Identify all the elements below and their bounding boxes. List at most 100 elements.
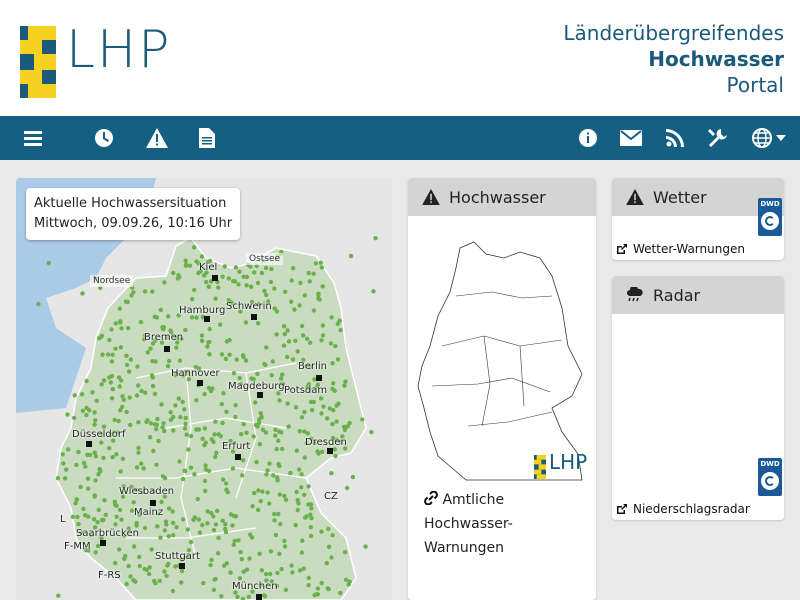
gauge-point[interactable] bbox=[277, 463, 282, 469]
gauge-point[interactable] bbox=[128, 574, 133, 579]
gauge-point[interactable] bbox=[231, 542, 236, 547]
radar-link-text[interactable]: Niederschlagsradar bbox=[633, 502, 750, 516]
gauge-point[interactable] bbox=[114, 514, 119, 519]
gauge-point[interactable] bbox=[183, 262, 189, 267]
gauge-point[interactable] bbox=[117, 547, 122, 552]
gauge-point[interactable] bbox=[286, 424, 291, 429]
gauge-point[interactable] bbox=[84, 412, 89, 418]
gauge-point[interactable] bbox=[255, 280, 261, 286]
gauge-point[interactable] bbox=[152, 314, 157, 319]
gauge-point[interactable] bbox=[158, 307, 163, 313]
gauge-point[interactable] bbox=[96, 507, 102, 513]
gauge-point[interactable] bbox=[72, 393, 77, 398]
gauge-point[interactable] bbox=[171, 270, 176, 276]
warning-icon[interactable] bbox=[141, 122, 173, 154]
gauge-point[interactable] bbox=[328, 341, 334, 346]
gauge-point[interactable] bbox=[285, 401, 290, 406]
gauge-point[interactable] bbox=[152, 391, 158, 397]
gauge-point[interactable] bbox=[302, 293, 308, 298]
document-icon[interactable] bbox=[191, 122, 223, 154]
gauge-point[interactable] bbox=[238, 549, 243, 555]
gauge-point[interactable] bbox=[264, 292, 269, 298]
gauge-point[interactable] bbox=[119, 326, 124, 331]
gauge-point[interactable] bbox=[282, 544, 288, 549]
gauge-point[interactable] bbox=[153, 581, 158, 586]
gauge-point[interactable] bbox=[148, 421, 154, 426]
gauge-point[interactable] bbox=[311, 271, 316, 276]
gauge-point[interactable] bbox=[36, 301, 41, 307]
gauge-point[interactable] bbox=[319, 265, 325, 270]
gauge-point[interactable] bbox=[124, 581, 129, 587]
gauge-point[interactable] bbox=[233, 265, 239, 270]
gauge-point[interactable] bbox=[319, 338, 324, 343]
gauge-point[interactable] bbox=[319, 449, 325, 454]
gauge-point[interactable] bbox=[209, 437, 214, 442]
gauge-point[interactable] bbox=[301, 333, 306, 338]
gauge-point[interactable] bbox=[113, 522, 118, 527]
gauge-point[interactable] bbox=[304, 514, 309, 519]
gauge-point[interactable] bbox=[182, 426, 188, 431]
gauge-point[interactable] bbox=[145, 350, 150, 355]
gauge-point[interactable] bbox=[92, 450, 97, 455]
gauge-point[interactable] bbox=[293, 405, 299, 410]
gauge-point[interactable] bbox=[173, 564, 178, 569]
gauge-point[interactable] bbox=[191, 517, 196, 522]
gauge-point[interactable] bbox=[363, 544, 368, 549]
gauge-point[interactable] bbox=[373, 236, 378, 241]
gauge-point[interactable] bbox=[161, 421, 166, 426]
gauge-point[interactable] bbox=[282, 493, 287, 499]
gauge-point[interactable] bbox=[324, 560, 329, 566]
gauge-point[interactable] bbox=[204, 279, 209, 285]
gauge-point[interactable] bbox=[294, 448, 300, 453]
gauge-point[interactable] bbox=[56, 593, 61, 598]
gauge-point[interactable] bbox=[164, 522, 169, 527]
gauge-point[interactable] bbox=[113, 346, 118, 351]
gauge-point[interactable] bbox=[309, 408, 315, 413]
gauge-point[interactable] bbox=[295, 497, 300, 503]
gauge-point[interactable] bbox=[113, 321, 119, 326]
gauge-point[interactable] bbox=[76, 449, 81, 455]
gauge-point[interactable] bbox=[159, 402, 164, 407]
gauge-point[interactable] bbox=[46, 260, 51, 266]
gauge-point[interactable] bbox=[221, 563, 227, 568]
gauge-point[interactable] bbox=[74, 462, 79, 468]
gauge-point[interactable] bbox=[175, 276, 181, 281]
gauge-point[interactable] bbox=[281, 324, 287, 329]
gauge-point[interactable] bbox=[114, 452, 119, 457]
gauge-point[interactable] bbox=[82, 513, 88, 518]
gauge-point[interactable] bbox=[128, 357, 134, 362]
gauge-point[interactable] bbox=[219, 594, 224, 599]
gauge-point[interactable] bbox=[241, 354, 246, 360]
gauge-point[interactable] bbox=[170, 509, 175, 514]
gauge-point[interactable] bbox=[75, 514, 80, 520]
gauge-point[interactable] bbox=[285, 354, 290, 360]
gauge-point[interactable] bbox=[219, 401, 224, 407]
gauge-point[interactable] bbox=[318, 396, 324, 401]
gauge-point[interactable] bbox=[235, 594, 240, 600]
gauge-point[interactable] bbox=[338, 590, 343, 596]
gauge-point[interactable] bbox=[202, 391, 207, 397]
gauge-point[interactable] bbox=[187, 263, 193, 268]
gauge-point[interactable] bbox=[297, 429, 302, 434]
gauge-point[interactable] bbox=[279, 446, 285, 452]
gauge-point[interactable] bbox=[302, 429, 307, 434]
gauge-point[interactable] bbox=[218, 434, 223, 439]
gauge-point[interactable] bbox=[292, 307, 297, 312]
gauge-point[interactable] bbox=[70, 514, 76, 519]
gauge-point[interactable] bbox=[231, 278, 236, 284]
gauge-point[interactable] bbox=[182, 407, 187, 412]
gauge-point[interactable] bbox=[161, 326, 166, 332]
gauge-point[interactable] bbox=[299, 472, 304, 477]
gauge-point[interactable] bbox=[283, 497, 289, 502]
gauge-point[interactable] bbox=[228, 570, 233, 575]
gauge-point[interactable] bbox=[209, 557, 214, 563]
gauge-point[interactable] bbox=[210, 386, 215, 391]
gauge-point[interactable] bbox=[194, 315, 199, 320]
gauge-point[interactable] bbox=[267, 461, 272, 466]
gauge-point[interactable] bbox=[306, 484, 311, 489]
gauge-point[interactable] bbox=[290, 570, 295, 575]
gauge-point[interactable] bbox=[309, 506, 314, 511]
gauge-point[interactable] bbox=[136, 450, 141, 455]
radar-link[interactable]: Niederschlagsradar bbox=[616, 502, 750, 516]
gauge-point[interactable] bbox=[165, 363, 171, 369]
